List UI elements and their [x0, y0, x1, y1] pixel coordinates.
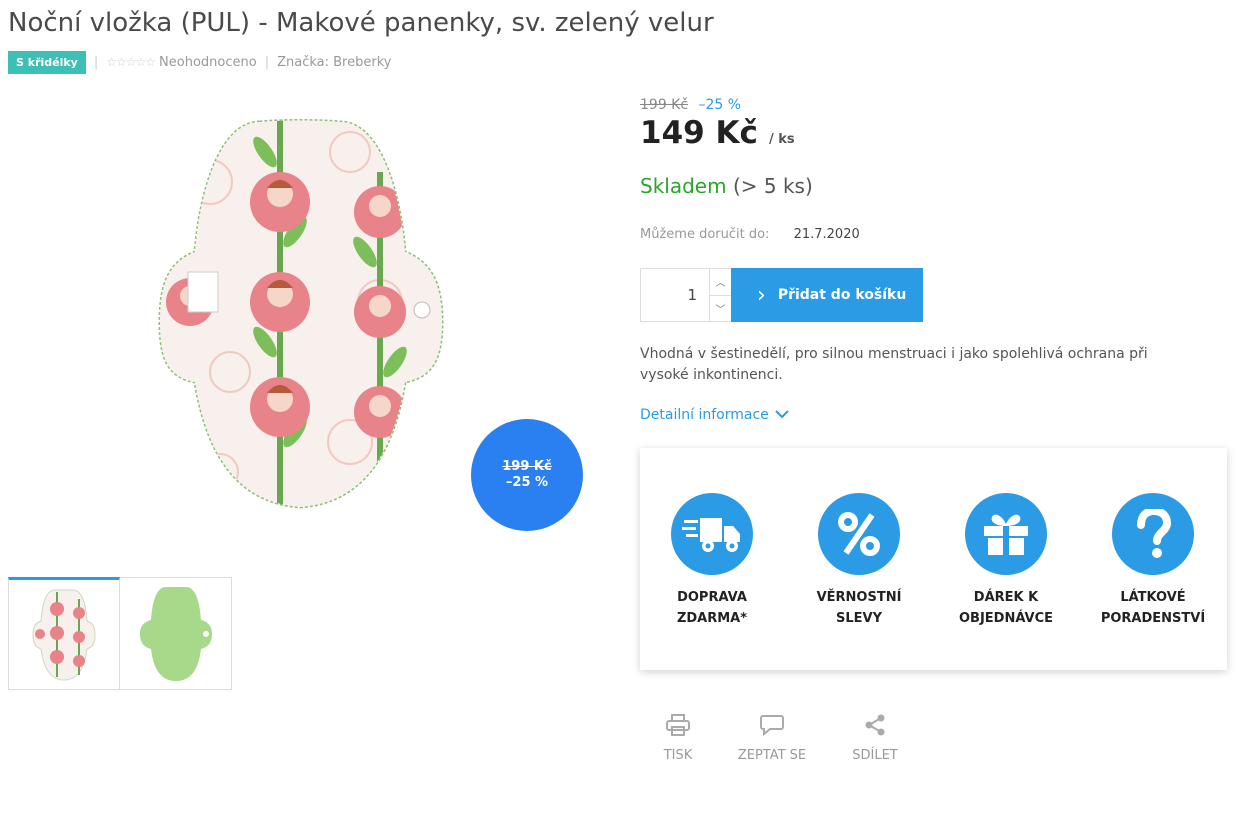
- thumbnail-back[interactable]: [120, 577, 232, 690]
- quantity-increase-icon[interactable]: ︿: [710, 269, 731, 295]
- quantity-stepper[interactable]: 1 ︿ ﹀: [640, 268, 732, 322]
- original-price-row: 199 Kč –25 %: [640, 97, 741, 113]
- sale-circle-old-price: 199 Kč: [502, 459, 552, 474]
- rating-text: Neohodnoceno: [159, 54, 257, 70]
- chat-bubble-icon: [760, 712, 784, 738]
- share-label: SDÍLET: [852, 748, 898, 763]
- thumbnail-front[interactable]: [8, 577, 120, 690]
- rating-stars-icon[interactable]: ☆☆☆☆☆: [106, 55, 156, 69]
- delivery-info: Můžeme doručit do: 21.7.2020: [640, 227, 860, 242]
- sale-circle: 199 Kč –25 %: [471, 419, 583, 531]
- current-price: 149 Kč: [640, 115, 758, 151]
- percent-icon: [818, 493, 900, 575]
- benefit-line2: ZDARMA*: [676, 611, 748, 626]
- discount-percent: –25 %: [698, 97, 742, 113]
- benefit-order-gift[interactable]: DÁREK K OBJEDNÁVCE: [936, 493, 1076, 629]
- benefit-line2: PORADENSTVÍ: [1100, 611, 1206, 626]
- question-icon: [1112, 493, 1194, 575]
- benefit-line2: OBJEDNÁVCE: [958, 611, 1053, 626]
- thumbnail-strip: [8, 577, 232, 690]
- chevron-right-icon: ›: [757, 282, 766, 308]
- stock-label: Skladem: [640, 174, 727, 198]
- benefit-line1: VĚRNOSTNÍ: [816, 590, 902, 605]
- benefit-free-shipping[interactable]: DOPRAVA ZDARMA*: [642, 493, 782, 629]
- truck-icon: [671, 493, 753, 575]
- quantity-input[interactable]: 1: [641, 269, 709, 321]
- product-meta: S křidélky | ☆☆☆☆☆ Neohodnoceno | Značka…: [8, 50, 391, 74]
- ask-label: ZEPTAT SE: [737, 748, 807, 763]
- delivery-date: 21.7.2020: [793, 227, 860, 242]
- quantity-decrease-icon[interactable]: ﹀: [710, 294, 731, 322]
- detail-info-link[interactable]: Detailní informace: [640, 407, 789, 423]
- gift-icon: [965, 493, 1047, 575]
- print-label: TISK: [663, 748, 693, 763]
- benefit-line1: LÁTKOVÉ: [1120, 590, 1186, 605]
- meta-divider: |: [93, 54, 99, 70]
- benefit-line1: DOPRAVA: [677, 590, 747, 605]
- thumbnail-front-image: [32, 589, 96, 681]
- add-to-cart-label: Přidat do košíku: [777, 287, 907, 303]
- print-action[interactable]: TISK: [633, 712, 723, 763]
- product-main-image[interactable]: [150, 112, 450, 512]
- thumbnail-back-image: [139, 586, 212, 681]
- delivery-label: Můžeme doručit do:: [640, 227, 770, 242]
- stock-count: (> 5 ks): [732, 174, 813, 198]
- benefits-panel: DOPRAVA ZDARMA* VĚRNOSTNÍ SLEVY DÁREK K …: [640, 448, 1227, 670]
- price-unit: / ks: [769, 132, 795, 147]
- benefit-cloth-consulting[interactable]: LÁTKOVÉ PORADENSTVÍ: [1083, 493, 1223, 629]
- share-action[interactable]: SDÍLET: [830, 712, 920, 763]
- ask-action[interactable]: ZEPTAT SE: [727, 712, 817, 763]
- price-row: 149 Kč / ks: [640, 115, 795, 151]
- wings-badge[interactable]: S křidélky: [8, 50, 86, 74]
- quantity-steps: ︿ ﹀: [709, 269, 731, 321]
- add-to-cart-button[interactable]: › Přidat do košíku: [731, 268, 923, 322]
- short-description: Vhodná v šestinedělí, pro silnou menstru…: [640, 346, 1148, 383]
- stock-status: Skladem (> 5 ks): [640, 174, 813, 198]
- benefit-line1: DÁREK K: [973, 590, 1039, 605]
- printer-icon: [666, 712, 690, 738]
- meta-divider: |: [264, 54, 270, 70]
- chevron-down-icon: [775, 410, 789, 419]
- share-icon: [864, 712, 886, 738]
- original-price: 199 Kč: [640, 97, 689, 113]
- benefit-line2: SLEVY: [835, 611, 882, 626]
- brand-label[interactable]: Značka: Breberky: [277, 55, 391, 70]
- product-title: Noční vložka (PUL) - Makové panenky, sv.…: [8, 8, 714, 38]
- detail-info-label: Detailní informace: [640, 407, 769, 423]
- benefit-loyalty-discounts[interactable]: VĚRNOSTNÍ SLEVY: [789, 493, 929, 629]
- sale-circle-discount: –25 %: [505, 475, 549, 490]
